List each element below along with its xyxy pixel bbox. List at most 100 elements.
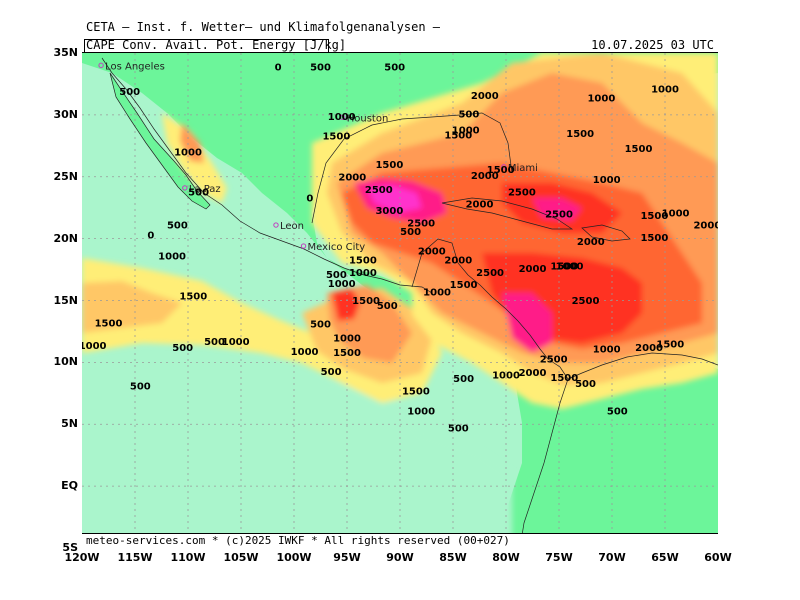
contour-label: 500	[310, 320, 331, 331]
lat-tick-label: 15N	[53, 293, 78, 307]
contour-label: 1500	[444, 130, 472, 141]
contour-label: 1500	[402, 387, 430, 398]
lat-tick-label: 30N	[53, 107, 78, 121]
contour-label: 500	[448, 424, 469, 435]
lon-tick-label: 65W	[651, 551, 679, 564]
contour-label: 1000	[587, 93, 615, 104]
parameter-bar: CAPE Conv. Avail. Pot. Energy [J/kg] 10.…	[82, 38, 718, 53]
contour-label: 1500	[375, 160, 403, 171]
contour-label: 1000	[328, 112, 356, 123]
contour-label: 1000	[328, 279, 356, 290]
contour-label: 1500	[550, 373, 578, 384]
contour-label: 0	[306, 194, 313, 205]
contour-label: 2500	[508, 187, 536, 198]
contour-label: 2500	[365, 185, 393, 196]
contour-label: 3000	[375, 206, 403, 217]
contour-label: 500	[188, 187, 209, 198]
contour-label: 0	[275, 62, 282, 73]
contour-label: 1000	[174, 148, 202, 159]
contour-label: 1500	[656, 340, 684, 351]
lat-tick-label: EQ	[61, 479, 78, 493]
contour-label: 1500	[640, 233, 668, 244]
contour-label: 500	[167, 221, 188, 232]
contour-label: 2000	[466, 200, 494, 211]
contour-label: 2000	[577, 237, 605, 248]
city-label: Mexico City	[308, 242, 366, 253]
contour-label: 2000	[418, 247, 446, 258]
lat-tick-label: 25N	[53, 169, 78, 183]
contour-label: 1000	[593, 344, 621, 355]
lon-tick-label: 75W	[545, 551, 573, 564]
contour-label: 1000	[662, 208, 690, 219]
contour-label: 1500	[450, 280, 478, 291]
contour-label: 1000	[492, 370, 520, 381]
contour-label: 1000	[291, 347, 319, 358]
lon-tick-label: 95W	[333, 551, 361, 564]
contour-label: 500	[453, 374, 474, 385]
contour-label: 500	[458, 109, 479, 120]
contour-label: 500	[384, 62, 405, 73]
contour-label: 500	[119, 87, 140, 98]
valid-time: 10.07.2025 03 UTC	[591, 38, 714, 52]
lon-tick-label: 115W	[117, 551, 153, 564]
contour-label: 1000	[556, 262, 584, 273]
fill-ocean-low-sw	[82, 383, 512, 548]
contour-label: 1500	[625, 144, 653, 155]
contour-label: 500	[377, 301, 398, 312]
contour-label: 2000	[693, 221, 718, 232]
contour-label: 500	[130, 382, 151, 393]
lon-tick-label: 120W	[64, 551, 100, 564]
contour-label: 1000	[349, 268, 377, 279]
contour-label: 1000	[593, 175, 621, 186]
contour-label: 2000	[338, 172, 366, 183]
contour-label: 2500	[545, 210, 573, 221]
contour-label: 500	[607, 406, 628, 417]
lon-tick-label: 60W	[704, 551, 732, 564]
footer-bar: meteo-services.com * (c)2025 IWKF * All …	[82, 533, 718, 548]
contour-label: 2000	[519, 368, 547, 379]
contour-label: 1000	[423, 288, 451, 299]
contour-label: 1000	[651, 85, 679, 96]
contour-label: 1500	[333, 348, 361, 359]
contour-label: 500	[400, 227, 421, 238]
lon-tick-label: 100W	[276, 551, 312, 564]
contour-label: 1500	[487, 165, 515, 176]
contour-label: 2000	[471, 91, 499, 102]
contour-label: 1500	[95, 318, 123, 329]
contour-label: 2500	[540, 354, 568, 365]
contour-label: 1000	[158, 252, 186, 263]
city-marker	[300, 243, 307, 249]
city-label: Leon	[280, 221, 304, 232]
contour-label: 1000	[407, 406, 435, 417]
city-marker	[273, 222, 279, 228]
city-label: Los Angeles	[105, 61, 165, 72]
contour-label: 2000	[444, 255, 472, 266]
lon-tick-label: 105W	[223, 551, 259, 564]
lat-tick-label: 35N	[53, 46, 78, 59]
lat-tick-label: 20N	[53, 231, 78, 245]
contour-label: 500	[310, 62, 331, 73]
contour-label: 500	[321, 367, 342, 378]
contour-label: 1500	[349, 255, 377, 266]
lat-tick-label: 10N	[53, 355, 78, 369]
contour-label: 1000	[82, 341, 107, 352]
contour-label: 1000	[333, 333, 361, 344]
contour-label: 1500	[322, 132, 350, 143]
contour-label: 1500	[566, 129, 594, 140]
contour-label: 2500	[572, 296, 600, 307]
contour-label: 0	[147, 231, 154, 242]
lon-tick-label: 110W	[170, 551, 206, 564]
cape-field-svg: Los AngelesHoustonMiamiLa PazLeonMexico …	[82, 53, 718, 548]
contour-label: 500	[575, 379, 596, 390]
contour-label: 2500	[476, 268, 504, 279]
chart-title: CETA – Inst. f. Wetter– und Klimafolgena…	[86, 20, 441, 34]
lon-tick-label: 70W	[598, 551, 626, 564]
contour-label: 500	[172, 343, 193, 354]
contour-label: 1000	[222, 337, 250, 348]
parameter-label: CAPE Conv. Avail. Pot. Energy [J/kg]	[86, 38, 347, 52]
cape-map[interactable]: Los Angeles Houston Miami La Paz Leon Mexico …	[82, 53, 718, 548]
contour-label: 2000	[519, 264, 547, 275]
lat-tick-label: 5N	[61, 417, 78, 431]
copyright-text: meteo-services.com * (c)2025 IWKF * All …	[86, 534, 510, 547]
contour-label: 1500	[179, 291, 207, 302]
